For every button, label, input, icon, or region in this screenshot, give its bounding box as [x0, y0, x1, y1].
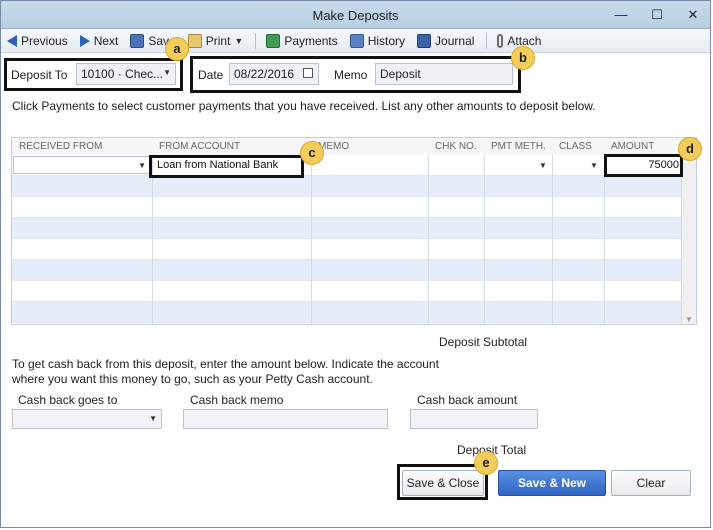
close-button[interactable]: ✕: [686, 7, 700, 23]
chevron-down-icon: ▼: [138, 161, 146, 170]
title-bar: Make Deposits — ☐ ✕: [1, 1, 710, 29]
chevron-down-icon[interactable]: ▼: [234, 36, 243, 46]
history-button[interactable]: History: [349, 33, 405, 48]
toolbar-divider: [255, 32, 257, 49]
column-header: RECEIVED FROM: [19, 141, 103, 152]
deposit-grid: RECEIVED FROM FROM ACCOUNT MEMO CHK NO. …: [11, 137, 697, 325]
chevron-down-icon[interactable]: ▼: [590, 161, 598, 170]
table-row[interactable]: [12, 281, 682, 302]
clear-button[interactable]: Clear: [611, 470, 691, 496]
received-from-dropdown[interactable]: ▼: [13, 156, 151, 174]
annotation-badge-b: b: [511, 46, 535, 70]
previous-button[interactable]: Previous: [7, 34, 68, 48]
grid-header: RECEIVED FROM FROM ACCOUNT MEMO CHK NO. …: [12, 138, 696, 155]
cash-back-memo-label: Cash back memo: [190, 393, 284, 407]
column-divider: [552, 155, 553, 324]
payments-button[interactable]: Payments: [266, 33, 338, 48]
cashback-instructions: where you want this money to go, such as…: [12, 372, 373, 386]
cash-back-amount-label: Cash back amount: [417, 393, 518, 407]
table-row[interactable]: [12, 260, 682, 281]
save-and-new-button[interactable]: Save & New: [498, 470, 606, 496]
grid-scrollbar[interactable]: ▼: [681, 155, 696, 324]
arrow-right-icon: [79, 34, 90, 47]
column-header: CLASS: [559, 141, 592, 152]
annotation-box-e: [397, 464, 488, 500]
floppy-disk-icon: [130, 33, 145, 48]
payments-icon: [266, 33, 281, 48]
table-row[interactable]: [12, 197, 682, 218]
maximize-button[interactable]: ☐: [650, 7, 664, 23]
instructions-text: Click Payments to select customer paymen…: [12, 99, 596, 113]
column-header: AMOUNT: [611, 141, 655, 152]
column-divider: [484, 155, 485, 324]
minimize-button[interactable]: —: [614, 7, 628, 23]
window-controls: — ☐ ✕: [614, 7, 700, 23]
chevron-down-icon[interactable]: ▼: [539, 161, 547, 170]
annotation-badge-c: c: [300, 141, 324, 165]
cash-back-goes-to-label: Cash back goes to: [18, 393, 118, 407]
cash-back-amount-field[interactable]: [410, 409, 538, 429]
history-icon: [349, 33, 364, 48]
cash-back-memo-field[interactable]: [183, 409, 388, 429]
next-button[interactable]: Next: [79, 34, 118, 48]
column-divider: [428, 155, 429, 324]
cashback-instructions: To get cash back from this deposit, ente…: [12, 357, 439, 371]
annotation-box-b: [190, 56, 521, 93]
table-row[interactable]: [12, 176, 682, 197]
table-row[interactable]: [12, 302, 682, 323]
annotation-badge-a: a: [165, 37, 189, 61]
column-header: PMT METH.: [491, 141, 546, 152]
print-button[interactable]: Print ▼: [187, 33, 243, 48]
make-deposits-window: Make Deposits — ☐ ✕ Previous Next Save P…: [0, 0, 711, 528]
printer-icon: [187, 33, 202, 48]
annotation-box-a: [4, 58, 183, 91]
column-header: CHK NO.: [435, 141, 477, 152]
scroll-down-arrow-icon[interactable]: ▼: [685, 315, 693, 324]
column-divider: [311, 155, 312, 324]
deposit-subtotal-label: Deposit Subtotal: [439, 335, 528, 349]
chevron-down-icon: ▼: [149, 414, 157, 423]
window-title: Make Deposits: [312, 8, 399, 23]
journal-icon: [417, 33, 432, 48]
column-divider: [152, 155, 153, 324]
arrow-left-icon: [7, 34, 17, 47]
annotation-box-d: [604, 154, 683, 177]
annotation-badge-e: e: [474, 451, 498, 475]
cash-back-account-dropdown[interactable]: ▼: [12, 409, 162, 429]
column-divider: [604, 155, 605, 324]
toolbar: Previous Next Save Print ▼ Payments Hist…: [1, 29, 710, 53]
annotation-box-c: [149, 155, 304, 178]
table-row[interactable]: [12, 239, 682, 260]
toolbar-divider: [486, 32, 488, 49]
paperclip-icon: [497, 33, 504, 48]
journal-button[interactable]: Journal: [417, 33, 474, 48]
column-header: FROM ACCOUNT: [159, 141, 241, 152]
table-row[interactable]: [12, 218, 682, 239]
table-row[interactable]: ▼ Loan from National Bank ▼ ▼ 75000: [12, 155, 682, 176]
annotation-badge-d: d: [678, 137, 702, 161]
